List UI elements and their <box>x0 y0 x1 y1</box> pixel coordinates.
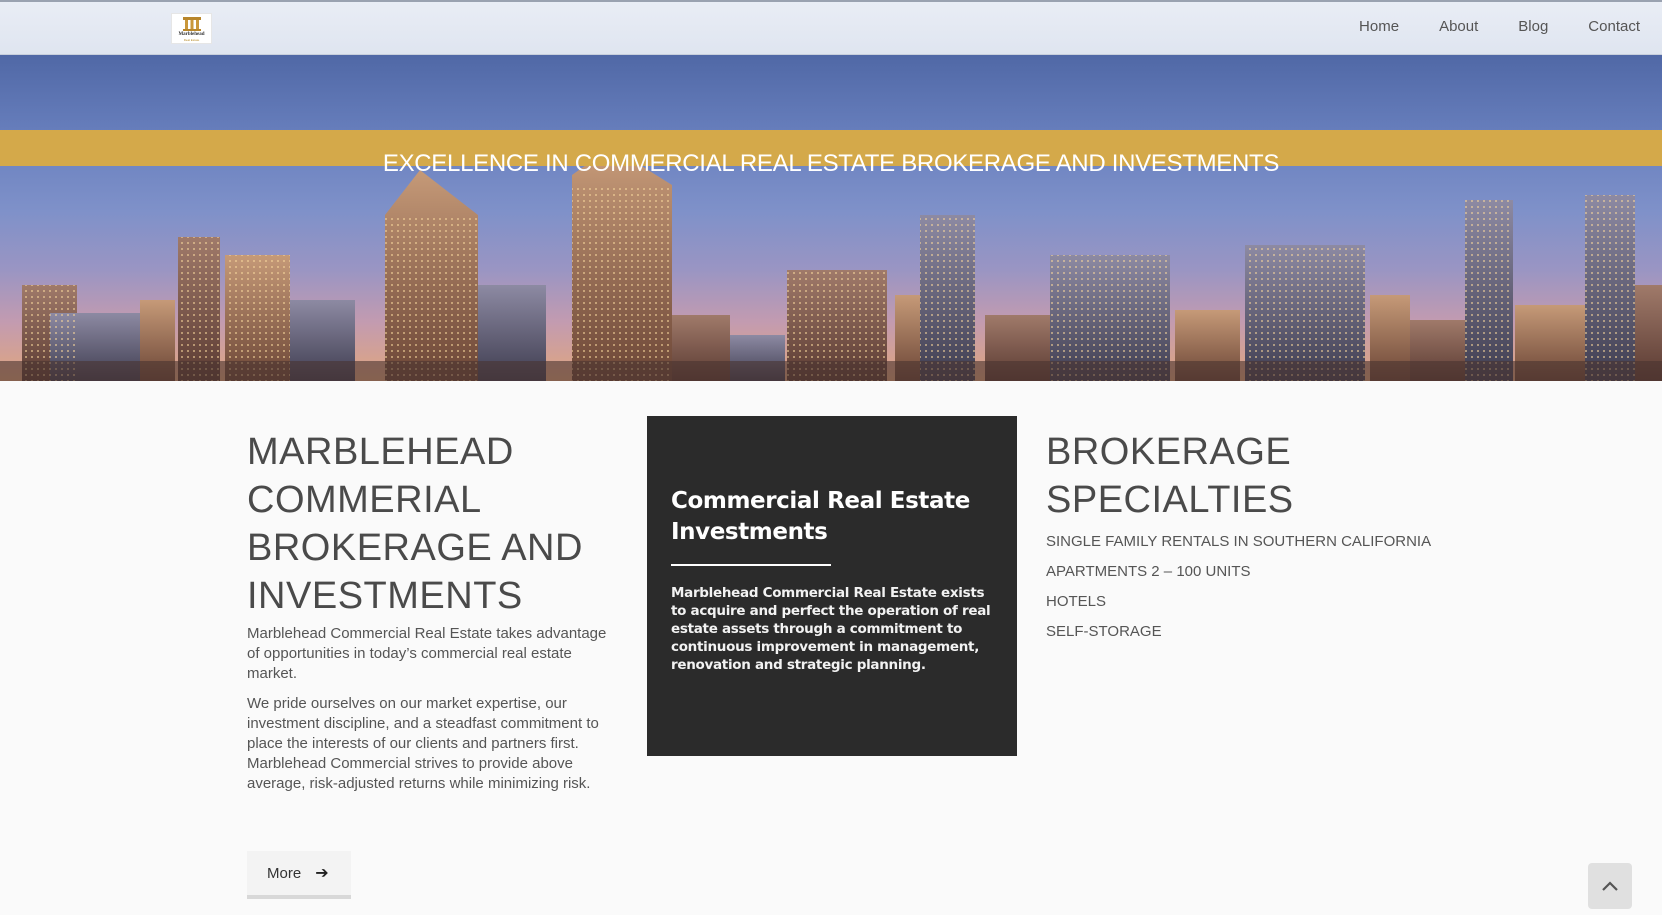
list-item: SELF-STORAGE <box>1046 623 1162 640</box>
card-title: Commercial Real Estate Investments <box>671 488 970 545</box>
intro-paragraph: Marblehead Commercial Real Estate takes … <box>247 625 607 682</box>
investments-card: Commercial Real Estate Investments Marbl… <box>647 416 1017 756</box>
hero-title: EXCELLENCE IN COMMERCIAL REAL ESTATE BRO… <box>382 150 1280 178</box>
list-item: HOTELS <box>1046 593 1107 610</box>
arrow-right-icon: ➔ <box>315 865 329 882</box>
intro-section: MARBLEHEAD COMMERIAL BROKERAGE AND INVES… <box>247 428 617 804</box>
more-label: More <box>267 864 302 882</box>
nav-about[interactable]: About <box>1439 17 1478 37</box>
card-divider <box>671 564 831 566</box>
nav-home[interactable]: Home <box>1359 17 1399 37</box>
nav-blog[interactable]: Blog <box>1518 17 1548 37</box>
more-button[interactable]: More ➔ <box>247 851 351 899</box>
nav-contact[interactable]: Contact <box>1588 17 1640 37</box>
specialties-heading: BROKERAGE SPECIALTIES <box>1046 431 1294 521</box>
logo[interactable]: Marblehead Real Estate <box>171 13 212 44</box>
intro-paragraph: We pride ourselves on our market experti… <box>247 695 599 792</box>
city-skyline-image <box>0 155 1662 381</box>
intro-heading: MARBLEHEAD COMMERIAL BROKERAGE AND INVES… <box>247 431 583 617</box>
site-header: Marblehead Real Estate Home About Blog C… <box>0 0 1662 55</box>
specialties-section: BROKERAGE SPECIALTIES SINGLE FAMILY RENT… <box>1046 428 1466 652</box>
pillars-icon <box>183 17 201 31</box>
main-nav: Home About Blog Contact <box>1319 17 1640 37</box>
card-body: Marblehead Commercial Real Estate exists… <box>671 585 991 673</box>
hero-banner: EXCELLENCE IN COMMERCIAL REAL ESTATE BRO… <box>0 55 1662 381</box>
chevron-up-icon <box>1602 881 1618 891</box>
logo-subtext: Real Estate <box>183 38 200 42</box>
list-item: SINGLE FAMILY RENTALS IN SOUTHERN CALIFO… <box>1046 533 1432 550</box>
specialties-list: SINGLE FAMILY RENTALS IN SOUTHERN CALIFO… <box>1046 532 1466 642</box>
scroll-top-button[interactable] <box>1588 863 1632 909</box>
list-item: APARTMENTS 2 – 100 UNITS <box>1046 563 1251 580</box>
